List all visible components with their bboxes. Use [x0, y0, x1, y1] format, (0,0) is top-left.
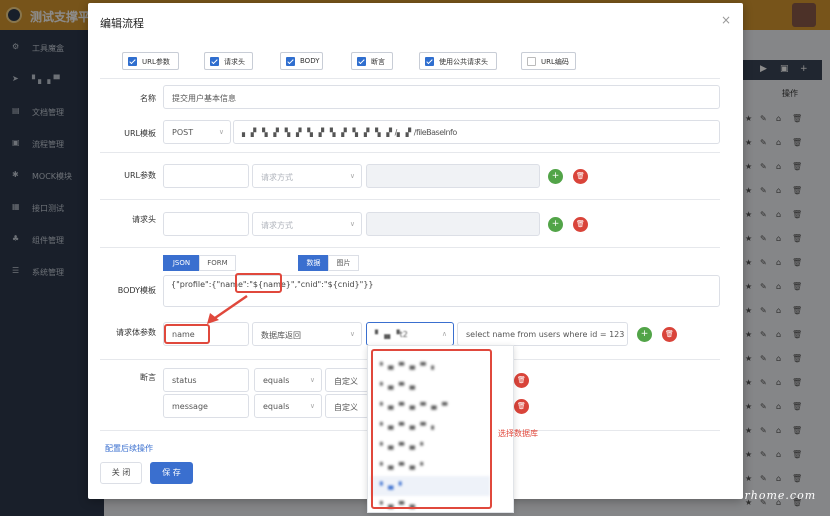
annotation-arrow: [207, 294, 248, 324]
watermark: testerhome.com: [712, 489, 817, 502]
